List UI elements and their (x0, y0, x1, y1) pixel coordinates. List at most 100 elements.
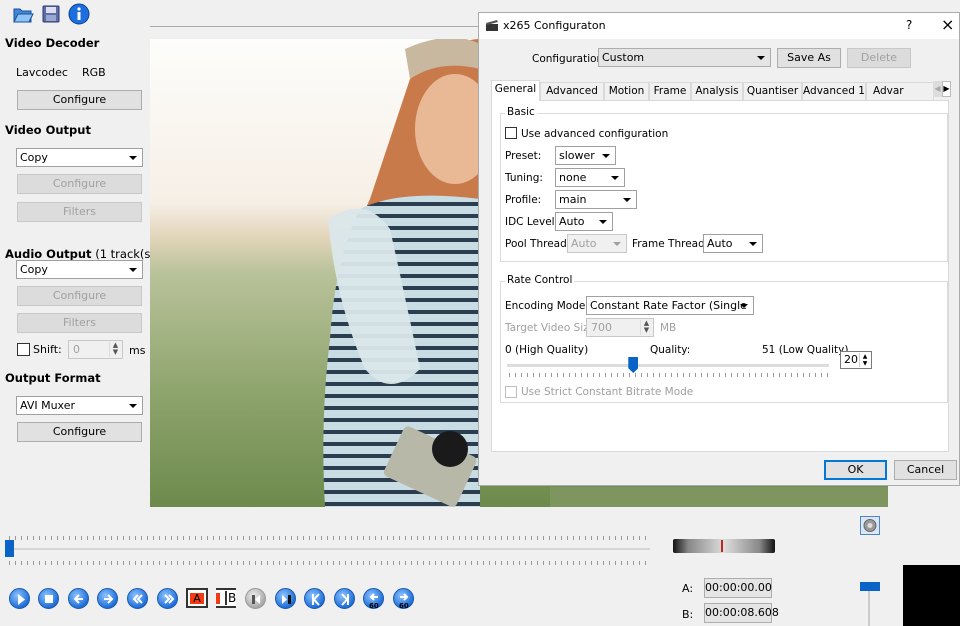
quality-spinbox[interactable]: 20 ▲ ▼ (840, 351, 872, 369)
tuning-select[interactable]: none (555, 168, 625, 187)
quality-max-label: 51 (Low Quality) (762, 344, 849, 356)
x265-config-dialog: x265 Configuraton ? × Configuration: Cus… (478, 12, 960, 486)
go-to-marker-a-button[interactable] (304, 588, 325, 609)
marker-a-time: 00:00:00.00 (704, 578, 772, 598)
set-marker-a-button[interactable]: A (186, 588, 208, 608)
decoder-configure-button[interactable]: Configure (17, 90, 142, 110)
tab-analysis[interactable]: Analysis (691, 82, 743, 100)
dialog-title: x265 Configuraton (503, 19, 606, 32)
audio-output-configure-button[interactable]: Configure (17, 286, 142, 306)
video-output-select[interactable]: Copy (16, 148, 143, 167)
tab-advanced-rc[interactable]: Advanced RC (540, 82, 604, 113)
target-size-label: Target Video Size: (505, 322, 599, 334)
chevron-down-icon (129, 156, 137, 160)
chevron-down-icon (749, 242, 757, 246)
strict-cbr-label: Use Strict Constant Bitrate Mode (521, 386, 694, 398)
spin-arrows-icon[interactable]: ▲ ▼ (109, 342, 121, 357)
configuration-label: Configuration: (532, 53, 607, 65)
target-size-spinbox[interactable]: 700 ▲ ▼ (586, 318, 654, 337)
frame-threads-select[interactable]: Auto (703, 234, 763, 253)
tuning-label: Tuning: (505, 172, 543, 184)
timeline-thumb[interactable] (5, 540, 14, 557)
target-size-value: 700 (591, 321, 612, 334)
volume-thumb[interactable] (860, 582, 880, 591)
video-output-title: Video Output (5, 123, 91, 137)
tab-frame[interactable]: Frame (649, 82, 691, 100)
strict-cbr-checkbox[interactable] (505, 386, 517, 398)
chevron-down-icon (611, 176, 619, 180)
shift-label: Shift: (33, 343, 62, 356)
jog-shuttle[interactable] (673, 539, 775, 553)
cancel-button[interactable]: Cancel (894, 460, 957, 480)
quality-slider-thumb[interactable] (628, 357, 639, 373)
audio-meter-toggle[interactable] (860, 516, 880, 535)
audio-output-select[interactable]: Copy (16, 260, 143, 279)
tab-quantiser[interactable]: Quantiser (743, 82, 802, 100)
output-format-configure-button[interactable]: Configure (17, 422, 142, 442)
delete-button[interactable]: Delete (847, 48, 911, 68)
timeline-track[interactable] (5, 548, 650, 550)
tab-advanced-1[interactable]: Advanced 1 (802, 82, 866, 100)
go-to-end-button[interactable] (275, 588, 296, 609)
shift-spinbox[interactable]: 0 ▲ ▼ (68, 340, 123, 359)
go-to-end-icon (282, 595, 291, 604)
decoder-colorspace: RGB (82, 66, 106, 79)
go-to-start-button[interactable] (245, 588, 266, 609)
chevron-down-icon (599, 220, 607, 224)
spin-arrows-icon[interactable]: ▲ ▼ (859, 353, 870, 367)
set-marker-b-button[interactable]: B (216, 588, 236, 608)
tab-advanced-2[interactable]: Advar (866, 82, 934, 100)
info-icon[interactable] (68, 3, 90, 25)
next-frame-button[interactable] (97, 588, 118, 609)
next-keyframe-icon (164, 594, 175, 604)
save-disk-icon[interactable] (40, 3, 62, 25)
back-60-button[interactable]: 60 (363, 588, 384, 610)
go-to-marker-b-button[interactable] (334, 588, 355, 609)
save-as-button[interactable]: Save As (777, 48, 841, 68)
previous-keyframe-button[interactable] (127, 588, 148, 609)
help-button[interactable]: ? (906, 18, 912, 32)
tab-scroll-left-icon[interactable]: ◀ (933, 81, 942, 97)
audio-output-filters-button[interactable]: Filters (17, 313, 142, 333)
next-keyframe-button[interactable] (157, 588, 178, 609)
tab-motion[interactable]: Motion (604, 82, 649, 100)
encoding-mode-select[interactable]: Constant Rate Factor (Single Pass) (586, 296, 754, 329)
pool-threads-value: Auto (571, 237, 597, 250)
forward-60-icon: 60 (399, 593, 409, 610)
tab-scroll-right-icon[interactable]: ▶ (942, 81, 951, 97)
video-output-configure-button[interactable]: Configure (17, 174, 142, 194)
play-button[interactable] (9, 588, 30, 609)
audio-output-title-row: Audio Output (1 track(s)) (5, 247, 159, 261)
tab-general[interactable]: General (491, 80, 540, 101)
quality-slider-track[interactable] (507, 364, 829, 367)
back-60-icon: 60 (369, 593, 379, 610)
idc-level-select[interactable]: Auto (555, 212, 613, 231)
volume-track[interactable] (868, 590, 870, 626)
configuration-value: Custom (602, 51, 645, 64)
ok-button[interactable]: OK (824, 460, 887, 480)
forward-60-button[interactable]: 60 (393, 588, 414, 610)
previous-frame-icon (73, 594, 83, 604)
output-format-select[interactable]: AVI Muxer (16, 396, 143, 415)
pool-threads-select[interactable]: Auto (567, 234, 627, 253)
set-marker-a-icon: A (190, 593, 204, 604)
previous-frame-button[interactable] (68, 588, 89, 609)
use-advanced-checkbox[interactable] (505, 127, 517, 139)
preset-select[interactable]: slower (555, 146, 616, 165)
svg-text:60: 60 (369, 602, 379, 610)
spin-arrows-icon[interactable]: ▲ ▼ (640, 320, 652, 335)
chevron-down-icon (623, 198, 631, 202)
stop-button[interactable] (38, 588, 59, 609)
go-to-start-icon (252, 595, 260, 604)
play-icon (18, 594, 25, 605)
use-advanced-label: Use advanced configuration (521, 128, 669, 140)
profile-select[interactable]: main (555, 190, 637, 209)
video-output-filters-button[interactable]: Filters (17, 202, 142, 222)
frame-threads-value: Auto (707, 237, 733, 250)
profile-value: main (559, 193, 587, 206)
shift-checkbox[interactable] (17, 343, 30, 356)
close-button[interactable]: × (941, 15, 954, 34)
decoder-codec: Lavcodec (16, 66, 68, 79)
open-folder-icon[interactable] (12, 3, 34, 25)
configuration-select[interactable]: Custom (598, 48, 771, 67)
